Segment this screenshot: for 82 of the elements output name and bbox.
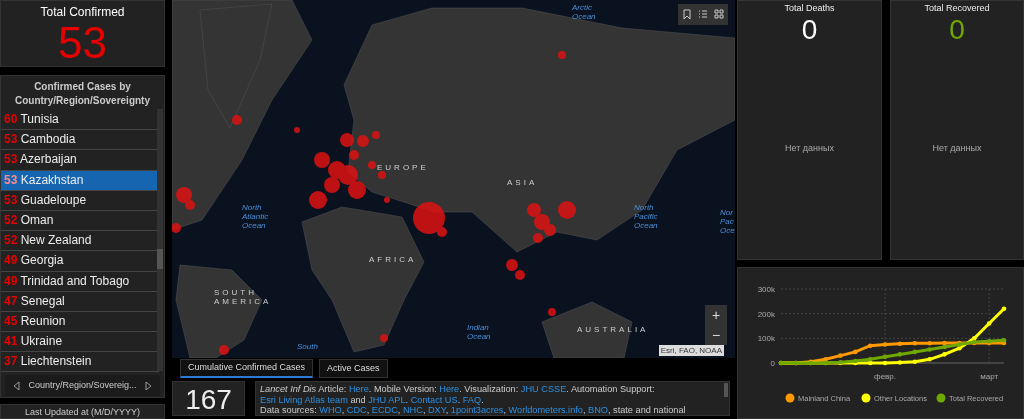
panel-title: Total Confirmed [39, 4, 126, 21]
case-circle [324, 177, 340, 193]
case-circle [357, 135, 369, 147]
count-box: 167 [172, 381, 245, 416]
country-selector[interactable]: Country/Region/Sovereig... [5, 375, 160, 397]
case-circle [544, 224, 556, 236]
case-circle [384, 197, 390, 203]
deaths-count: 0 [800, 15, 819, 44]
text-link[interactable]: BNO [588, 405, 608, 415]
map-label: North Atlantic Ocean [242, 203, 269, 230]
previous-arrow-icon[interactable] [13, 380, 20, 391]
case-circle [558, 51, 566, 59]
scrollbar[interactable] [724, 383, 728, 397]
map-label: SOUTH AMERICA [214, 288, 272, 306]
text-link[interactable]: ECDC [371, 405, 398, 415]
text-link[interactable]: JHU APL [368, 394, 406, 405]
case-circle [506, 259, 518, 271]
list-icon[interactable] [698, 9, 708, 20]
case-circle [232, 115, 242, 125]
last-updated-label: Last Updated at (M/D/YYYY) [0, 404, 165, 419]
selector-label: Country/Region/Sovereig... [28, 379, 137, 393]
case-circle [294, 127, 300, 133]
x-tick-label: март [980, 372, 999, 381]
text-link[interactable]: CDC [346, 405, 367, 415]
map-label: Indian Ocean [467, 323, 491, 341]
grid-icon[interactable] [714, 9, 724, 20]
case-circle [380, 334, 388, 342]
y-tick-label: 200k [757, 309, 775, 319]
case-circle [548, 308, 556, 316]
map-label: AFRICA [369, 255, 417, 264]
scrollbar[interactable] [157, 109, 163, 371]
case-circle [219, 345, 229, 355]
text-link[interactable]: Worldometers.info [508, 405, 583, 415]
case-circle [378, 171, 386, 179]
case-circle [534, 214, 550, 230]
map-label: EUROPE [377, 163, 429, 172]
map-label: North Pacific Ocean [634, 203, 658, 230]
confirmed-count: 53 [57, 21, 108, 65]
text-link[interactable]: WHO [319, 405, 342, 415]
case-circle [314, 152, 330, 168]
zoom-out-button[interactable]: − [705, 325, 727, 345]
text-link[interactable]: Here [348, 384, 369, 394]
no-data-label: Нет данных [931, 141, 983, 155]
case-circle [348, 181, 366, 199]
case-circle [349, 150, 359, 160]
map-tab[interactable]: Cumulative Confirmed Cases [180, 359, 314, 378]
map-label: AUSTRALIA [577, 325, 649, 334]
legend-dot [785, 393, 795, 403]
text-link[interactable]: NHC [402, 405, 423, 415]
case-circle [515, 270, 525, 280]
legend-dot [861, 393, 871, 403]
y-tick-label: 0 [770, 359, 775, 368]
case-circle [368, 161, 376, 169]
case-circle [533, 233, 543, 243]
case-circle [309, 191, 327, 209]
panel-title: Total Recovered [923, 2, 991, 15]
text-link[interactable]: DXY [428, 405, 446, 415]
y-tick-label: 300k [757, 285, 775, 294]
case-circle [340, 133, 354, 147]
bookmark-icon[interactable] [682, 9, 692, 20]
case-circle [338, 165, 358, 185]
map-attribution: Esri, FAO, NOAA [658, 345, 724, 356]
panel-title: Total Deaths [783, 2, 836, 15]
list-title: Confirmed Cases by Country/Region/Sovereignty [14, 80, 151, 108]
legend-dot [936, 393, 946, 403]
no-data-label: Нет данных [784, 141, 835, 155]
map-label: South [297, 342, 318, 351]
map-label: ASIA [507, 178, 538, 187]
zoom-in-button[interactable]: + [705, 305, 727, 325]
sources-paragraph: Lancet Inf Dis Article: Here. Mobile Version: Here. Visualization: JHU CSSE. Automation Support: Esri Living Atlas team and JHU APL. Contact US. FAQ. Data sources: WHO, CDC, ECDC, NHC, DXY, 1point3acres, Worldometers.info, BNO, state and national [260, 384, 687, 415]
y-tick-label: 100k [757, 334, 775, 344]
case-circle [558, 201, 576, 219]
x-tick-label: февр. [874, 372, 897, 381]
map-label: Nor Pac Oce [720, 208, 735, 235]
case-circle [372, 131, 380, 139]
next-arrow-icon[interactable] [145, 380, 152, 391]
text-link[interactable]: Esri Living Atlas team [260, 394, 348, 405]
text-link[interactable]: Contact US [410, 394, 458, 405]
map-tab[interactable]: Active Cases [319, 359, 388, 378]
case-circle [527, 203, 541, 217]
map-label: Arctic Ocean [572, 3, 596, 21]
recovered-count: 0 [948, 15, 966, 44]
